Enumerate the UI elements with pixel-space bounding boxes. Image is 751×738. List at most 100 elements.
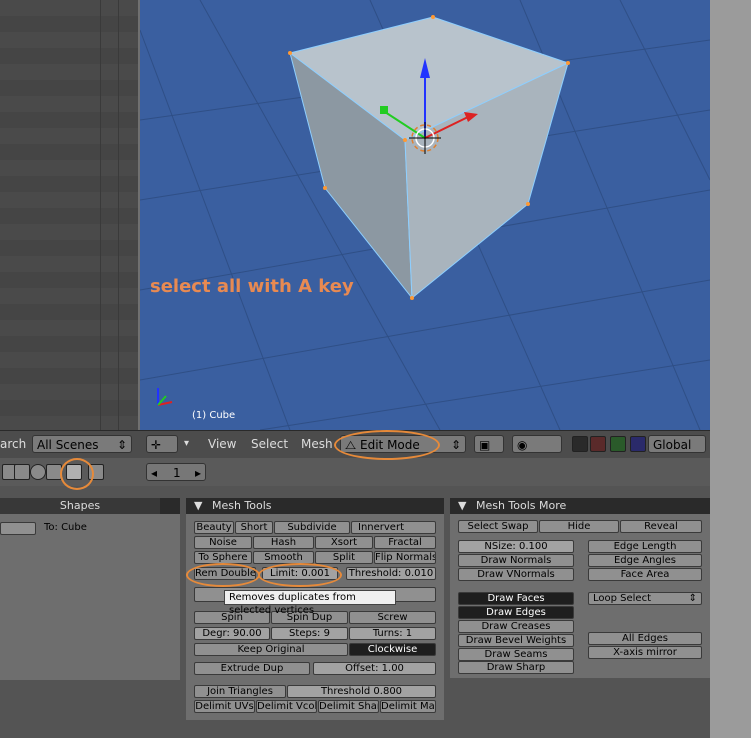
scene-context-icon[interactable] — [88, 464, 104, 480]
noise-button[interactable]: Noise — [194, 536, 252, 549]
steps-field[interactable]: Steps: 9 — [271, 627, 348, 640]
viewport-scene — [140, 0, 710, 430]
frame-number-field[interactable]: ◂ 1 ▸ — [146, 463, 206, 481]
outliner-divider — [100, 0, 101, 430]
arrow-left-icon: ◂ — [151, 466, 158, 480]
draw-faces-toggle[interactable]: Draw Faces — [458, 592, 574, 605]
loop-select-label: Loop Select — [593, 593, 652, 604]
hide-button[interactable]: Hide — [539, 520, 619, 533]
collapse-triangle-icon: ▼ — [458, 499, 467, 512]
mesh-tools-title: Mesh Tools — [211, 499, 272, 512]
smooth-button[interactable]: Smooth — [253, 551, 314, 564]
edge-angles-toggle[interactable]: Edge Angles — [588, 554, 702, 567]
limit-field[interactable]: Limit: 0.001 — [262, 567, 338, 580]
panel-icon[interactable] — [14, 464, 30, 480]
draw-seams-toggle[interactable]: Draw Seams — [458, 648, 574, 661]
outliner-divider — [118, 0, 119, 430]
scene-select[interactable]: All Scenes ⇕ — [32, 435, 132, 453]
editing-context-icon[interactable] — [66, 464, 82, 480]
threshold-field[interactable]: Threshold: 0.010 — [346, 567, 436, 580]
mesh-tools-more-header[interactable]: ▼ Mesh Tools More — [450, 498, 710, 514]
draw-creases-toggle[interactable]: Draw Creases — [458, 620, 574, 633]
search-label: arch — [0, 437, 27, 451]
turns-field[interactable]: Turns: 1 — [349, 627, 436, 640]
arrow-right-icon: ▸ — [194, 466, 201, 480]
x-axis-mirror-toggle[interactable]: X-axis mirror — [588, 646, 702, 659]
select-swap-button[interactable]: Select Swap — [458, 520, 538, 533]
shapes-panel: Shapes To: Cube — [0, 498, 180, 680]
scale-manipulator-icon[interactable] — [630, 436, 646, 452]
viewport-header: arch All Scenes ⇕ ✛ ▾ View Select Mesh ⧍… — [0, 430, 710, 459]
axis-widget — [157, 388, 173, 406]
draw-type-select[interactable]: ▣ — [474, 435, 504, 453]
physics-icon[interactable] — [46, 464, 62, 480]
edit-mode-icon: ⧍ — [345, 438, 357, 452]
scene-select-label: All Scenes — [37, 438, 99, 452]
to-sphere-button[interactable]: To Sphere — [194, 551, 252, 564]
pivot-icon: ◉ — [517, 438, 528, 452]
fractal-button[interactable]: Fractal — [374, 536, 436, 549]
hash-button[interactable]: Hash — [253, 536, 314, 549]
instruction-caption: select all with A key — [150, 276, 354, 297]
flip-normals-button[interactable]: Flip Normals — [374, 551, 436, 564]
short-button[interactable]: Short — [235, 521, 273, 534]
draw-normals-toggle[interactable]: Draw Normals — [458, 554, 574, 567]
mesh-tools-header[interactable]: ▼ Mesh Tools — [186, 498, 444, 514]
orientation-select[interactable]: Global — [648, 435, 706, 453]
pivot-select[interactable]: ◉ — [512, 435, 562, 453]
rem-double-button[interactable]: Rem Double — [194, 567, 256, 580]
link-field[interactable] — [0, 522, 36, 535]
face-area-toggle[interactable]: Face Area — [588, 568, 702, 581]
split-button[interactable]: Split — [315, 551, 373, 564]
rotate-manipulator-icon[interactable] — [610, 436, 626, 452]
cube-draw-icon: ▣ — [479, 438, 491, 452]
delimit-mat-toggle[interactable]: Delimit Mat — [380, 700, 436, 713]
mesh-tools-more-panel: ▼ Mesh Tools More Select Swap Hide Revea… — [450, 498, 710, 678]
draw-edges-toggle[interactable]: Draw Edges — [458, 606, 574, 619]
updown-arrow-icon: ⇕ — [688, 593, 697, 604]
mode-select[interactable]: ⧍ Edit Mode ⇕ — [340, 435, 466, 453]
mesh-tools-more-title: Mesh Tools More — [475, 499, 567, 512]
hand-icon[interactable] — [572, 436, 588, 452]
degr-field[interactable]: Degr: 90.00 — [194, 627, 270, 640]
menu-view[interactable]: View — [208, 437, 236, 451]
mesh-tools-panel: ▼ Mesh Tools Beauty Short Subdivide Inne… — [186, 498, 444, 720]
right-window-edge — [710, 0, 751, 738]
frame-number: 1 — [173, 466, 181, 480]
delimit-vcol-toggle[interactable]: Delimit Vcol — [256, 700, 317, 713]
extrude-dup-button[interactable]: Extrude Dup — [194, 662, 310, 675]
xsort-button[interactable]: Xsort — [315, 536, 373, 549]
outliner-panel — [0, 0, 138, 430]
crosshair-icon: ✛ — [151, 438, 162, 452]
updown-arrow-icon: ⇕ — [116, 438, 127, 452]
collapse-menu-icon[interactable]: ▾ — [184, 438, 189, 449]
join-threshold-field[interactable]: Threshold 0.800 — [287, 685, 436, 698]
clockwise-toggle[interactable]: Clockwise — [349, 643, 436, 656]
rem-double-tooltip: Removes duplicates from selected vertice… — [224, 590, 396, 616]
keep-original-toggle[interactable]: Keep Original — [194, 643, 348, 656]
tab-shapes[interactable]: Shapes — [0, 498, 160, 514]
join-triangles-button[interactable]: Join Triangles — [194, 685, 286, 698]
cube-mesh[interactable] — [288, 15, 570, 300]
loop-select-dropdown[interactable]: Loop Select ⇕ — [588, 592, 702, 605]
beauty-button[interactable]: Beauty — [194, 521, 234, 534]
offset-field[interactable]: Offset: 1.00 — [313, 662, 436, 675]
delimit-sharp-toggle[interactable]: Delimit Shar — [318, 700, 379, 713]
screw-button[interactable]: Screw — [349, 611, 436, 624]
material-icon[interactable] — [30, 464, 46, 480]
nsize-field[interactable]: NSize: 0.100 — [458, 540, 574, 553]
reveal-button[interactable]: Reveal — [620, 520, 702, 533]
all-edges-toggle[interactable]: All Edges — [588, 632, 702, 645]
3d-viewport[interactable]: (1) Cube select all with A key — [140, 0, 710, 430]
edge-length-toggle[interactable]: Edge Length — [588, 540, 702, 553]
draw-sharp-toggle[interactable]: Draw Sharp — [458, 661, 574, 674]
view-type-select[interactable]: ✛ — [146, 435, 178, 453]
delimit-uvs-toggle[interactable]: Delimit UVs — [194, 700, 255, 713]
draw-vnormals-toggle[interactable]: Draw VNormals — [458, 568, 574, 581]
subdivide-button[interactable]: Subdivide — [274, 521, 350, 534]
translate-manipulator-icon[interactable] — [590, 436, 606, 452]
innervert-select[interactable]: Innervert — [351, 521, 436, 534]
draw-bevel-weights-toggle[interactable]: Draw Bevel Weights — [458, 634, 574, 647]
menu-mesh[interactable]: Mesh — [301, 437, 333, 451]
menu-select[interactable]: Select — [251, 437, 288, 451]
